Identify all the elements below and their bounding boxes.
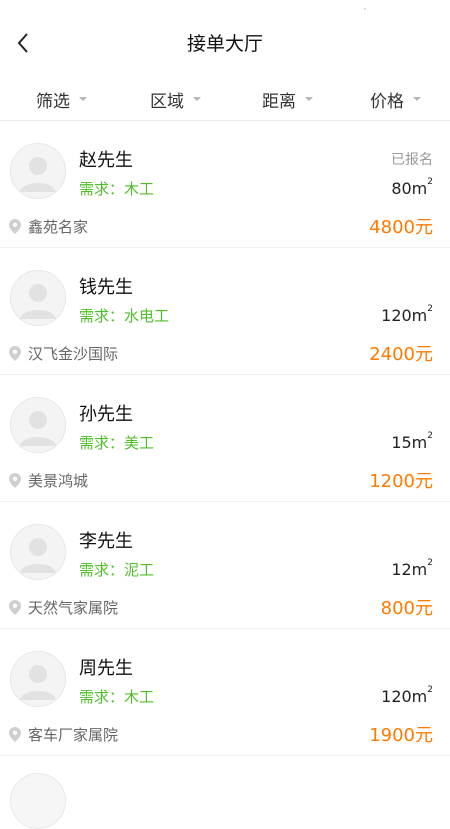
- demand-text: 需求：泥工: [79, 561, 155, 579]
- user-avatar-icon: [11, 525, 65, 579]
- caret-down-icon: [305, 97, 313, 101]
- caret-down-icon: [413, 97, 421, 101]
- demand-text: 需求：木工: [79, 180, 155, 198]
- order-card[interactable]: 李先生 需求：泥工 12m2 天然气家属院 800元: [0, 502, 450, 629]
- price: 2400元: [369, 344, 433, 365]
- avatar: [10, 651, 66, 707]
- filter-distance[interactable]: 距离: [262, 78, 313, 120]
- caret-down-icon: [193, 97, 201, 101]
- location: 客车厂家属院: [9, 724, 118, 745]
- price: 1900元: [369, 725, 433, 746]
- location: 鑫苑名家: [9, 216, 88, 237]
- order-card[interactable]: 孙先生 需求：美工 15m2 美景鸿城 1200元: [0, 375, 450, 502]
- location: 美景鸿城: [9, 470, 88, 491]
- price: 800元: [380, 598, 433, 619]
- location-pin-icon: [9, 346, 21, 361]
- filter-label: 筛选: [36, 91, 70, 112]
- customer-name: 李先生: [79, 531, 133, 552]
- area-number: 120m: [381, 687, 428, 706]
- order-list: 赵先生 需求：木工 已报名 80m2 鑫苑名家 4800元 钱先生 需求：水电工…: [0, 121, 450, 756]
- demand-text: 需求：木工: [79, 688, 155, 706]
- caret-down-icon: [79, 97, 87, 101]
- filter-label: 距离: [262, 91, 296, 112]
- user-avatar-icon: [11, 398, 65, 452]
- area-value: 12m2: [391, 558, 433, 579]
- page-title: 接单大厅: [186, 33, 263, 55]
- avatar: [10, 270, 66, 326]
- order-card[interactable]: 周先生 需求：木工 120m2 客车厂家属院 1900元: [0, 629, 450, 756]
- filter-screen[interactable]: 筛选: [36, 78, 87, 120]
- location-pin-icon: [9, 473, 21, 488]
- order-card[interactable]: 赵先生 需求：木工 已报名 80m2 鑫苑名家 4800元: [0, 121, 450, 248]
- area-number: 120m: [381, 306, 428, 325]
- area-number: 15m: [391, 433, 428, 452]
- user-avatar-icon: [11, 144, 65, 198]
- filter-price[interactable]: 价格: [370, 78, 421, 120]
- area-unit: 2: [427, 558, 433, 568]
- location-text: 鑫苑名家: [28, 218, 89, 236]
- price: 1200元: [369, 471, 433, 492]
- status-indicator: [364, 8, 366, 10]
- price: 4800元: [369, 217, 433, 238]
- location-pin-icon: [9, 600, 21, 615]
- area-number: 12m: [391, 560, 428, 579]
- area-unit: 2: [427, 304, 433, 314]
- avatar: [10, 143, 66, 199]
- area-value: 120m2: [381, 304, 433, 325]
- location-pin-icon: [9, 219, 21, 234]
- area-number: 80m: [391, 179, 428, 198]
- customer-name: 赵先生: [79, 150, 133, 171]
- area-value: 120m2: [381, 685, 433, 706]
- location-text: 美景鸿城: [28, 472, 89, 490]
- location: 天然气家属院: [9, 597, 118, 618]
- area-value: 80m2: [391, 177, 433, 198]
- customer-name: 孙先生: [79, 404, 133, 425]
- filter-label: 区域: [150, 91, 184, 112]
- user-avatar-icon: [11, 271, 65, 325]
- demand-text: 需求：美工: [79, 434, 155, 452]
- location-text: 汉飞金沙国际: [28, 345, 119, 363]
- status-badge: 已报名: [391, 152, 433, 168]
- location-pin-icon: [9, 727, 21, 742]
- header: 接单大厅: [0, 0, 450, 88]
- filter-label: 价格: [370, 91, 404, 112]
- area-unit: 2: [427, 177, 433, 187]
- order-card-partial[interactable]: [0, 763, 450, 829]
- area-unit: 2: [427, 431, 433, 441]
- location-text: 客车厂家属院: [28, 726, 119, 744]
- location: 汉飞金沙国际: [9, 343, 118, 364]
- avatar: [10, 524, 66, 580]
- demand-text: 需求：水电工: [79, 307, 170, 325]
- filter-region[interactable]: 区域: [150, 78, 201, 120]
- location-text: 天然气家属院: [28, 599, 119, 617]
- area-unit: 2: [427, 685, 433, 695]
- avatar: [10, 773, 66, 829]
- customer-name: 钱先生: [79, 277, 133, 298]
- user-avatar-icon: [11, 652, 65, 706]
- area-value: 15m2: [391, 431, 433, 452]
- avatar: [10, 397, 66, 453]
- customer-name: 周先生: [79, 658, 133, 679]
- order-card[interactable]: 钱先生 需求：水电工 120m2 汉飞金沙国际 2400元: [0, 248, 450, 375]
- filter-bar: 筛选 区域 距离 价格: [0, 78, 450, 121]
